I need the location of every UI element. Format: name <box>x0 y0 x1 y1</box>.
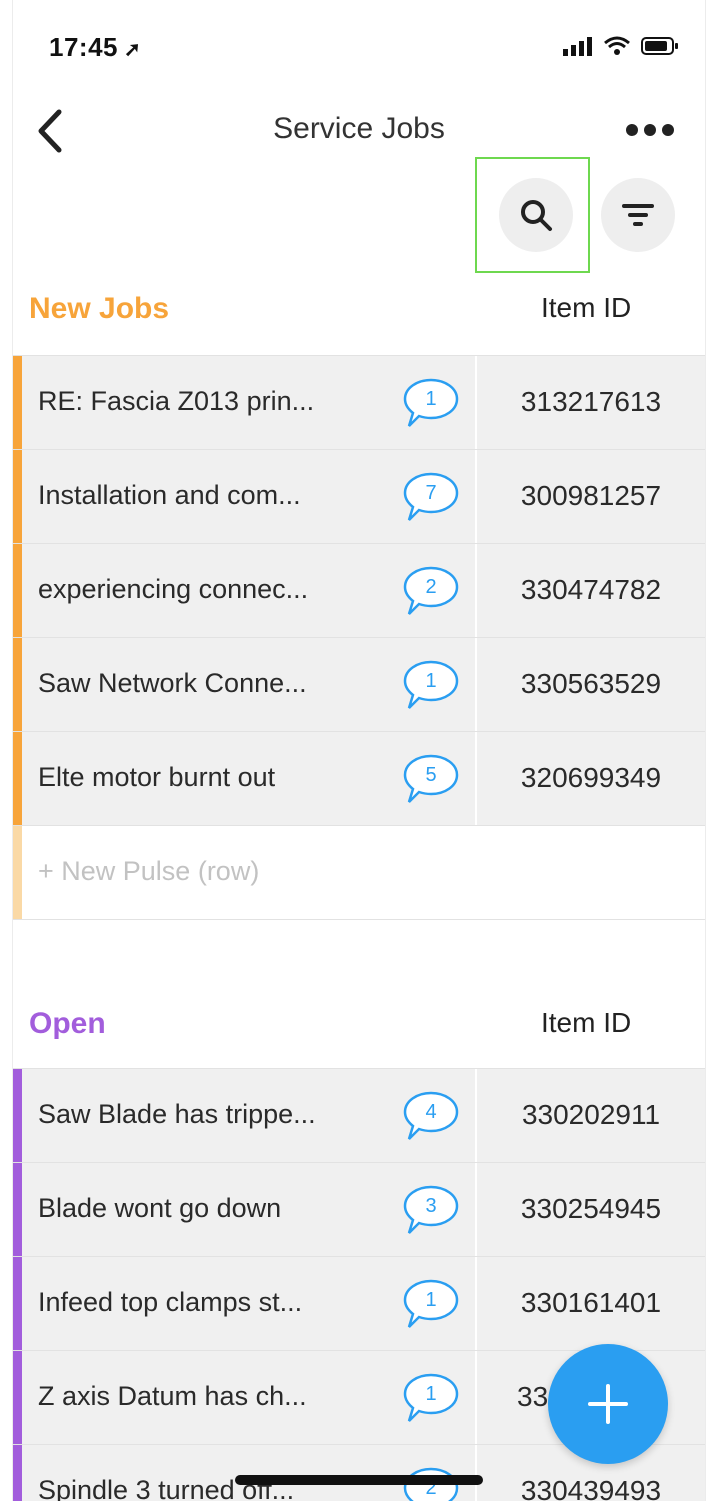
row-name: Saw Blade has trippe... <box>38 1099 316 1129</box>
table-row[interactable]: Installation and com... 7 300981257 <box>13 449 705 543</box>
updates-count: 4 <box>425 1101 436 1123</box>
updates-count: 2 <box>425 576 436 598</box>
updates-bubble[interactable]: 3 <box>401 1181 461 1241</box>
speech-bubble-icon: 4 <box>403 1091 459 1140</box>
table-row[interactable]: Saw Blade has trippe... 4 330202911 <box>13 1068 705 1162</box>
item-id-cell[interactable]: 300981257 <box>477 480 705 512</box>
status-time: 17:45 ➚ <box>49 32 141 63</box>
updates-bubble[interactable]: 1 <box>401 656 461 716</box>
item-id-cell[interactable]: 330439493 <box>477 1475 705 1501</box>
row-name: Elte motor burnt out <box>38 762 276 792</box>
updates-bubble[interactable]: 4 <box>401 1087 461 1147</box>
table-row[interactable]: Elte motor burnt out 5 320699349 <box>13 731 705 825</box>
speech-bubble-icon: 2 <box>403 566 459 615</box>
group-color-bar <box>13 638 22 731</box>
row-name: RE: Fascia Z013 prin... <box>38 386 315 416</box>
new-pulse-row[interactable]: + New Pulse (row) <box>13 825 705 920</box>
item-id-cell[interactable]: 330161401 <box>477 1287 705 1319</box>
location-arrow-icon: ➚ <box>124 39 142 61</box>
updates-bubble[interactable]: 1 <box>401 1275 461 1335</box>
speech-bubble-icon: 1 <box>403 1373 459 1422</box>
speech-bubble-icon: 7 <box>403 472 459 521</box>
group-color-bar <box>13 356 22 449</box>
group-color-bar <box>13 1257 22 1350</box>
item-id-cell[interactable]: 330202911 <box>477 1099 705 1131</box>
group-color-bar <box>13 544 22 637</box>
updates-bubble[interactable]: 1 <box>401 1369 461 1429</box>
wifi-icon <box>604 36 630 55</box>
filter-button[interactable] <box>601 178 675 252</box>
speech-bubble-icon: 1 <box>403 378 459 427</box>
updates-count: 7 <box>425 482 436 504</box>
speech-bubble-icon: 1 <box>403 1279 459 1328</box>
row-name: Installation and com... <box>38 480 301 510</box>
updates-count: 1 <box>425 388 436 410</box>
section-header-new-jobs: New Jobs Item ID <box>13 280 705 340</box>
section-title: New Jobs <box>29 292 170 325</box>
speech-bubble-icon: 5 <box>403 754 459 803</box>
item-id-cell[interactable]: 313217613 <box>477 386 705 418</box>
table-row[interactable]: Blade wont go down 3 330254945 <box>13 1162 705 1256</box>
new-jobs-table: RE: Fascia Z013 prin... 1 313217613 Inst… <box>13 355 705 920</box>
table-row[interactable]: RE: Fascia Z013 prin... 1 313217613 <box>13 355 705 449</box>
group-color-bar <box>13 732 22 825</box>
group-color-bar <box>13 1069 22 1162</box>
column-header-item-id: Item ID <box>541 1007 632 1038</box>
updates-bubble[interactable]: 1 <box>401 374 461 434</box>
status-time-text: 17:45 <box>49 32 118 62</box>
app-screen: 17:45 ➚ Service Jobs New Jobs Item ID RE… <box>12 0 706 1501</box>
new-pulse-label[interactable]: + New Pulse (row) <box>38 856 259 887</box>
more-dots-icon <box>626 124 674 136</box>
updates-count: 3 <box>425 1195 436 1217</box>
updates-bubble[interactable]: 5 <box>401 750 461 810</box>
group-color-bar <box>13 1351 22 1444</box>
table-row[interactable]: experiencing connec... 2 330474782 <box>13 543 705 637</box>
speech-bubble-icon: 3 <box>403 1185 459 1234</box>
table-row[interactable]: Saw Network Conne... 1 330563529 <box>13 637 705 731</box>
item-id-cell[interactable]: 320699349 <box>477 762 705 794</box>
item-id-cell[interactable]: 330254945 <box>477 1193 705 1225</box>
updates-count: 1 <box>425 670 436 692</box>
signal-icon <box>563 37 592 56</box>
speech-bubble-icon: 1 <box>403 660 459 709</box>
item-id-cell[interactable]: 330474782 <box>477 574 705 606</box>
updates-bubble[interactable]: 2 <box>401 562 461 622</box>
row-name: Saw Network Conne... <box>38 668 307 698</box>
updates-count: 5 <box>425 764 436 786</box>
row-name: Blade wont go down <box>38 1193 282 1223</box>
section-header-open: Open Item ID <box>13 995 705 1055</box>
group-color-bar <box>13 450 22 543</box>
filter-icon <box>622 204 654 226</box>
page-title: Service Jobs <box>273 112 445 145</box>
row-name: Z axis Datum has ch... <box>38 1381 307 1411</box>
battery-icon <box>641 37 678 55</box>
section-title: Open <box>29 1007 106 1040</box>
row-name: experiencing connec... <box>38 574 309 604</box>
row-name: Infeed top clamps st... <box>38 1287 303 1317</box>
home-indicator[interactable] <box>235 1475 483 1485</box>
column-header-item-id: Item ID <box>541 292 632 323</box>
group-color-bar <box>13 1163 22 1256</box>
status-icons <box>563 36 679 56</box>
add-item-button[interactable] <box>548 1344 668 1464</box>
group-color-bar <box>13 1445 22 1501</box>
updates-count: 1 <box>425 1289 436 1311</box>
plus-icon <box>588 1384 628 1424</box>
item-id-cell[interactable]: 330563529 <box>477 668 705 700</box>
search-highlight-box <box>475 157 590 273</box>
group-color-bar <box>13 826 22 919</box>
updates-count: 1 <box>425 1383 436 1405</box>
more-button[interactable] <box>625 118 675 142</box>
updates-bubble[interactable]: 7 <box>401 468 461 528</box>
table-row[interactable]: Infeed top clamps st... 1 330161401 <box>13 1256 705 1350</box>
